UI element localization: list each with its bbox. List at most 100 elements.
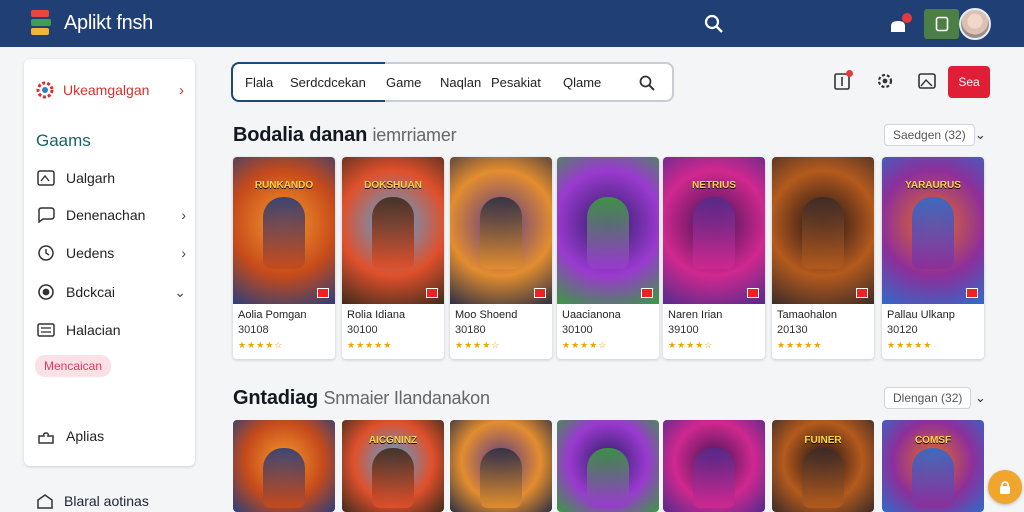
game-card[interactable]: [450, 420, 552, 512]
character-figure: [587, 448, 629, 508]
sidebar-item-label: Aplias: [66, 428, 105, 444]
search-icon[interactable]: [703, 13, 725, 35]
game-card[interactable]: [663, 420, 765, 512]
search-tab-naqlan[interactable]: Naqlan: [440, 75, 481, 90]
game-card[interactable]: AICGNINZ: [342, 420, 444, 512]
sidebar-item-uedens[interactable]: Uedens ›: [36, 244, 186, 262]
game-title: Pallau Ulkanp: [887, 309, 955, 321]
publisher-badge-icon: [317, 288, 329, 298]
character-figure: [912, 448, 954, 508]
app-logo-icon: [31, 10, 55, 36]
chevron-down-icon[interactable]: ⌄: [975, 127, 986, 143]
bookmark-icon[interactable]: [833, 70, 853, 91]
search-tab-flala[interactable]: Flala: [245, 75, 273, 90]
sidebar-item-label: Uedens: [66, 245, 115, 261]
notification-icon[interactable]: [888, 13, 912, 35]
character-figure: [480, 448, 522, 508]
game-count: 30180: [455, 324, 486, 336]
search-tab-qlame[interactable]: Qlame: [563, 75, 601, 90]
chevron-down-icon[interactable]: ⌄: [975, 390, 986, 406]
sidebar-tag[interactable]: Mencaican: [35, 355, 112, 377]
lock-icon: [1000, 481, 1010, 494]
publisher-badge-icon: [534, 288, 546, 298]
game-cover-art: [450, 157, 552, 304]
floating-action-button[interactable]: [988, 470, 1022, 504]
sidebar-item-label: Halacian: [66, 322, 121, 338]
publisher-badge-icon: [747, 288, 759, 298]
game-cover-art: [772, 157, 874, 304]
game-cover-art: [233, 420, 335, 512]
game-logo-text: COMSF: [914, 434, 952, 446]
chat-icon: [36, 206, 56, 224]
search-tab-pesakiat[interactable]: Pesakiat: [491, 75, 541, 90]
chevron-down-icon: ⌄: [174, 283, 186, 300]
game-card[interactable]: YARAURUS Pallau Ulkanp 30120 ★★★★★: [882, 157, 984, 359]
sidebar-header[interactable]: Ukeamgalgan ›: [34, 79, 184, 101]
game-card[interactable]: [557, 420, 659, 512]
character-figure: [480, 197, 522, 269]
sort-dropdown[interactable]: Dlengan (32): [884, 387, 972, 409]
section-title: Bodalia danan iemrriamer: [233, 124, 457, 147]
sidebar-item-ualgarh[interactable]: Ualgarh: [36, 169, 186, 187]
game-card[interactable]: NETRIUS Naren Irian 39100 ★★★★☆: [663, 157, 765, 359]
game-cover-art: DOKSHUAN: [342, 157, 444, 304]
game-cover-art: [663, 420, 765, 512]
character-figure: [693, 448, 735, 508]
game-cover-art: COMSF: [882, 420, 984, 512]
game-card[interactable]: Uaacianona 30100 ★★★★☆: [557, 157, 659, 359]
settings-icon[interactable]: [875, 71, 893, 91]
sidebar-bottom-item[interactable]: Blaral aotinas: [36, 493, 149, 509]
game-title: Tamaohalon: [777, 309, 837, 321]
game-cover-art: [450, 420, 552, 512]
game-title: Moo Shoend: [455, 309, 518, 321]
section-title-main: Bodalia danan: [233, 124, 368, 146]
game-logo-text: [567, 175, 649, 195]
record-icon: [36, 283, 56, 301]
game-logo-text: NETRIUS: [692, 179, 736, 191]
sort-dropdown[interactable]: Saedgen (32): [884, 124, 975, 146]
sidebar-header-label: Ukeamgalgan: [63, 82, 150, 98]
game-card[interactable]: Tamaohalon 20130 ★★★★★: [772, 157, 874, 359]
section-subtitle: iemrriamer: [372, 125, 457, 145]
sidebar-item-aplias[interactable]: Aplias: [36, 427, 186, 445]
search-icon[interactable]: [638, 74, 656, 92]
game-logo-text: [673, 430, 755, 450]
game-logo-text: [567, 430, 649, 450]
home-icon: [37, 494, 53, 509]
sidebar-item-label: Denenachan: [66, 207, 146, 223]
search-tab-serdcdcekan[interactable]: Serdcdcekan: [290, 75, 366, 90]
game-card[interactable]: FUINER: [772, 420, 874, 512]
game-card[interactable]: [233, 420, 335, 512]
game-card[interactable]: COMSF: [882, 420, 984, 512]
game-count: 30100: [562, 324, 593, 336]
character-figure: [372, 448, 414, 508]
sidebar-item-denenachan[interactable]: Denenachan ›: [36, 206, 186, 224]
section-title-main: Gntadiag: [233, 387, 319, 409]
game-logo-text: FUINER: [804, 434, 842, 446]
gallery-icon[interactable]: [918, 71, 936, 91]
sidebar-item-halacian[interactable]: Halacian: [36, 321, 186, 339]
top-bar: Aplikt fnsh: [0, 0, 1024, 47]
character-figure: [802, 197, 844, 269]
image-icon: [36, 169, 56, 187]
game-logo-text: [243, 430, 325, 450]
avatar[interactable]: [959, 8, 991, 40]
game-logo-text: [460, 430, 542, 450]
game-title: Naren Irian: [668, 309, 723, 321]
game-card[interactable]: DOKSHUAN Rolia Idiana 30100 ★★★★★: [342, 157, 444, 359]
profile-menu-button[interactable]: [924, 9, 959, 39]
publisher-badge-icon: [856, 288, 868, 298]
character-figure: [587, 197, 629, 269]
search-tab-game[interactable]: Game: [386, 75, 421, 90]
rating-stars: ★★★★★: [777, 340, 823, 350]
game-title: Aolia Pomgan: [238, 309, 307, 321]
game-card[interactable]: RUNKANDO Aolia Pomgan 30108 ★★★★☆: [233, 157, 335, 359]
sidebar: Ukeamgalgan › Gaams Ualgarh Denenachan ›…: [24, 59, 195, 466]
sidebar-item-bdckcai[interactable]: Bdckcai ⌄: [36, 283, 186, 301]
game-count: 39100: [668, 324, 699, 336]
game-card[interactable]: Moo Shoend 30180 ★★★★☆: [450, 157, 552, 359]
primary-action-button[interactable]: Sea: [948, 66, 990, 98]
rating-stars: ★★★★☆: [455, 340, 501, 350]
game-cover-art: RUNKANDO: [233, 157, 335, 304]
category-search-bar[interactable]: Flala Serdcdcekan Game Naqlan Pesakiat Q…: [231, 62, 674, 102]
